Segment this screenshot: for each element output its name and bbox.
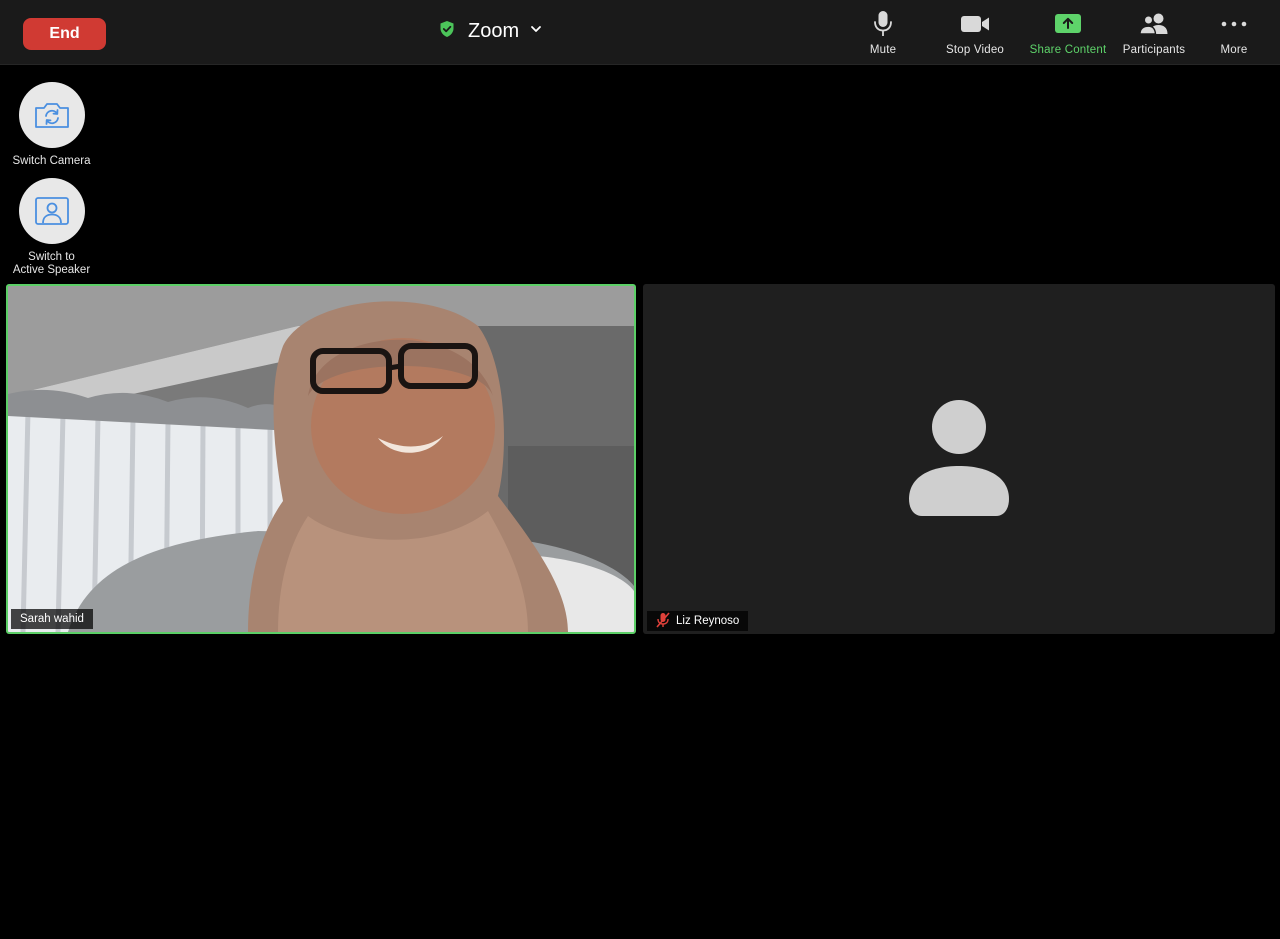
avatar-placeholder-icon [909, 400, 1009, 516]
top-toolbar: End Zoom Mute Stop Video Share Content P… [0, 0, 1280, 65]
meeting-title[interactable]: Zoom [438, 15, 543, 47]
meeting-title-text: Zoom [468, 19, 520, 42]
switch-active-speaker-line1: Switch to [28, 251, 75, 263]
switch-camera-circle[interactable] [18, 82, 85, 148]
muted-microphone-icon [656, 611, 670, 631]
participant-name: Sarah wahid [20, 613, 84, 625]
end-meeting-button[interactable]: End [23, 18, 106, 50]
more-label: More [1220, 44, 1248, 56]
switch-active-speaker-circle[interactable] [18, 178, 85, 244]
share-content-button[interactable]: Share Content [1024, 10, 1112, 58]
participants-button[interactable]: Participants [1116, 10, 1192, 58]
participant-video-feed [8, 286, 634, 632]
shield-check-icon [438, 20, 456, 43]
participant-name: Liz Reynoso [676, 615, 740, 627]
stop-video-button[interactable]: Stop Video [940, 10, 1010, 58]
video-camera-icon [960, 10, 990, 38]
chevron-down-icon[interactable] [529, 22, 543, 41]
more-button[interactable]: More [1210, 10, 1258, 58]
participant-video-tile[interactable]: Liz Reynoso [643, 284, 1275, 634]
share-content-label: Share Content [1029, 44, 1107, 56]
participant-video-tile[interactable]: Sarah wahid [6, 284, 636, 634]
participant-name-tag: Sarah wahid [11, 609, 93, 629]
share-screen-icon [1054, 10, 1082, 38]
mute-button[interactable]: Mute [858, 10, 908, 58]
participant-name-tag: Liz Reynoso [647, 611, 749, 631]
active-speaker-icon [34, 197, 69, 225]
camera-switch-icon [34, 103, 69, 128]
microphone-icon [872, 10, 894, 38]
participants-label: Participants [1122, 44, 1186, 56]
switch-active-speaker-label: Switch to Active Speaker [13, 251, 90, 277]
more-dots-icon [1221, 10, 1247, 38]
switch-camera-button[interactable]: Switch Camera [0, 82, 103, 168]
participants-icon [1139, 10, 1169, 38]
mute-label: Mute [869, 44, 897, 56]
switch-active-speaker-button[interactable]: Switch to Active Speaker [0, 178, 103, 277]
stop-video-label: Stop Video [945, 44, 1005, 56]
switch-camera-label: Switch Camera [12, 155, 91, 167]
switch-active-speaker-line2: Active Speaker [12, 264, 91, 276]
